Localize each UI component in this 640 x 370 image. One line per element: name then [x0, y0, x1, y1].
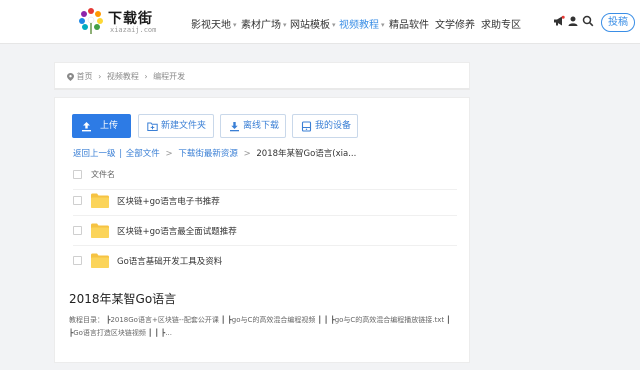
file-checkbox[interactable]	[73, 196, 82, 205]
chevron-down-icon: ▾	[233, 21, 237, 29]
nav-item-software[interactable]: 精品软件	[389, 16, 429, 31]
chevron-down-icon: ▾	[381, 21, 385, 29]
logo-subtitle: xiazaij.com	[110, 26, 157, 34]
search-icon[interactable]	[582, 15, 594, 27]
file-checkbox[interactable]	[73, 256, 82, 265]
breadcrumb-programming[interactable]: 编程开发	[153, 72, 185, 81]
breadcrumb-bar: 首页 › 视频教程 › 编程开发	[54, 62, 470, 90]
path-separator: >	[165, 149, 173, 159]
breadcrumb: 首页 › 视频教程 › 编程开发	[67, 71, 185, 82]
folder-icon	[91, 253, 109, 268]
chevron-down-icon: ▾	[283, 21, 287, 29]
nav-item-help[interactable]: 求助专区	[481, 16, 521, 31]
location-pin-icon	[67, 72, 74, 81]
upload-icon	[82, 122, 91, 132]
site-logo[interactable]: 下载街 xiazaij.com	[78, 7, 168, 37]
post-title: 2018年某智Go语言	[69, 292, 177, 306]
new-folder-icon	[147, 122, 158, 131]
file-name[interactable]: 区块链+go语言电子书推荐	[117, 195, 220, 207]
breadcrumb-home[interactable]: 首页	[77, 72, 93, 81]
all-files-link[interactable]: 全部文件	[126, 149, 160, 159]
breadcrumb-separator: ›	[144, 72, 148, 81]
nav-item-materials[interactable]: 素材广场 ▾	[241, 16, 287, 31]
select-all-checkbox[interactable]	[73, 170, 82, 179]
user-icon[interactable]	[567, 15, 579, 27]
file-share-panel: 上传 新建文件夹 离线下载 我的设备 返回上一级 | 全部文件 > 下载街最新资…	[54, 97, 470, 363]
file-row[interactable]: 区块链+go语言最全面试题推荐	[73, 216, 457, 246]
back-link[interactable]: 返回上一级	[73, 149, 116, 159]
logo-title: 下载街	[108, 11, 153, 27]
folder-icon	[91, 223, 109, 238]
top-navbar: 下载街 xiazaij.com 影视天地 ▾ 素材广场 ▾ 网站模板 ▾ 视频教程 ▾ …	[0, 0, 640, 44]
file-name[interactable]: 区块链+go语言最全面试题推荐	[117, 225, 237, 237]
folder-path: 返回上一级 | 全部文件 > 下载街最新资源 > 2018年某智Go语言(xia…	[73, 147, 356, 159]
my-devices-button[interactable]: 我的设备	[292, 114, 358, 138]
logo-flower-icon	[79, 8, 103, 34]
chevron-down-icon: ▾	[332, 21, 336, 29]
path-separator: >	[243, 149, 251, 159]
megaphone-icon[interactable]	[553, 15, 565, 27]
parent-folder-link[interactable]: 下载街最新资源	[178, 149, 238, 159]
post-submit-button[interactable]: 投稿	[601, 13, 635, 32]
folder-icon	[91, 193, 109, 208]
post-description: 教程目录： ┣2018Go语言+区块链--配套公开课 ┃ ┣go与C的高效混合编…	[69, 316, 451, 337]
current-folder: 2018年某智Go语言(xia...	[256, 149, 357, 159]
nav-item-literature[interactable]: 文学修养	[435, 16, 475, 31]
new-folder-button[interactable]: 新建文件夹	[138, 114, 214, 138]
download-icon	[230, 122, 239, 132]
file-checkbox[interactable]	[73, 226, 82, 235]
file-row[interactable]: Go语言基础开发工具及资料	[73, 246, 457, 276]
column-header-filename: 文件名	[91, 170, 115, 179]
nav-item-templates[interactable]: 网站模板 ▾	[290, 16, 336, 31]
upload-button[interactable]: 上传	[72, 114, 131, 138]
nav-item-movies[interactable]: 影视天地 ▾	[191, 16, 237, 31]
breadcrumb-video-tutorials[interactable]: 视频教程	[107, 72, 139, 81]
nav-item-video-tutorials[interactable]: 视频教程 ▾	[339, 16, 385, 31]
path-divider: |	[119, 149, 123, 159]
offline-download-button[interactable]: 离线下载	[220, 114, 286, 138]
file-row[interactable]: 区块链+go语言电子书推荐	[73, 186, 457, 216]
breadcrumb-separator: ›	[98, 72, 102, 81]
device-icon	[301, 121, 312, 132]
file-name[interactable]: Go语言基础开发工具及资料	[117, 255, 222, 267]
